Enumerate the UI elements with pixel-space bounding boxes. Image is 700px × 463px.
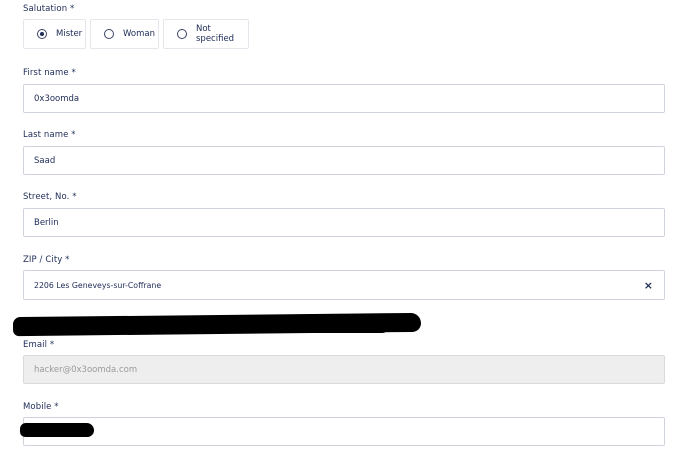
last-name-label: Last name * xyxy=(23,130,76,140)
radio-checked-icon xyxy=(37,29,47,39)
email-input[interactable]: hacker@0x3oomda.com xyxy=(23,355,665,384)
first-name-label: First name * xyxy=(23,68,76,78)
salutation-label: Salutation * xyxy=(23,4,75,14)
email-label: Email * xyxy=(23,340,55,350)
salutation-option-mister[interactable]: Mister xyxy=(23,19,86,49)
zip-city-value: 2206 Les Geneveys-sur-Coffrane xyxy=(34,280,162,290)
street-input[interactable]: Berlin xyxy=(23,208,665,237)
salutation-option-label: Woman xyxy=(123,29,155,39)
redaction-mark xyxy=(150,317,390,333)
radio-unchecked-icon xyxy=(104,29,114,39)
zip-city-input[interactable]: 2206 Les Geneveys-sur-Coffrane × xyxy=(23,270,665,300)
zip-city-label: ZIP / City * xyxy=(23,255,70,265)
salutation-option-label: Not specified xyxy=(196,24,235,44)
mobile-label: Mobile * xyxy=(23,402,59,412)
first-name-value: 0x3oomda xyxy=(34,93,80,104)
radio-unchecked-icon xyxy=(177,29,187,39)
last-name-input[interactable]: Saad xyxy=(23,146,665,175)
salutation-option-woman[interactable]: Woman xyxy=(90,19,159,49)
salutation-radio-group: Mister Woman Not specified xyxy=(23,19,249,49)
salutation-option-label: Mister xyxy=(56,29,83,39)
street-label: Street, No. * xyxy=(23,192,77,202)
last-name-value: Saad xyxy=(34,155,56,166)
redaction-mark xyxy=(20,423,94,437)
street-value: Berlin xyxy=(34,217,59,228)
personal-details-form: Salutation * Mister Woman Not specified … xyxy=(0,0,700,463)
email-value: hacker@0x3oomda.com xyxy=(34,364,138,375)
salutation-option-not-specified[interactable]: Not specified xyxy=(163,19,249,49)
mobile-input[interactable] xyxy=(23,417,665,446)
first-name-input[interactable]: 0x3oomda xyxy=(23,84,665,113)
clear-icon[interactable]: × xyxy=(644,280,653,291)
